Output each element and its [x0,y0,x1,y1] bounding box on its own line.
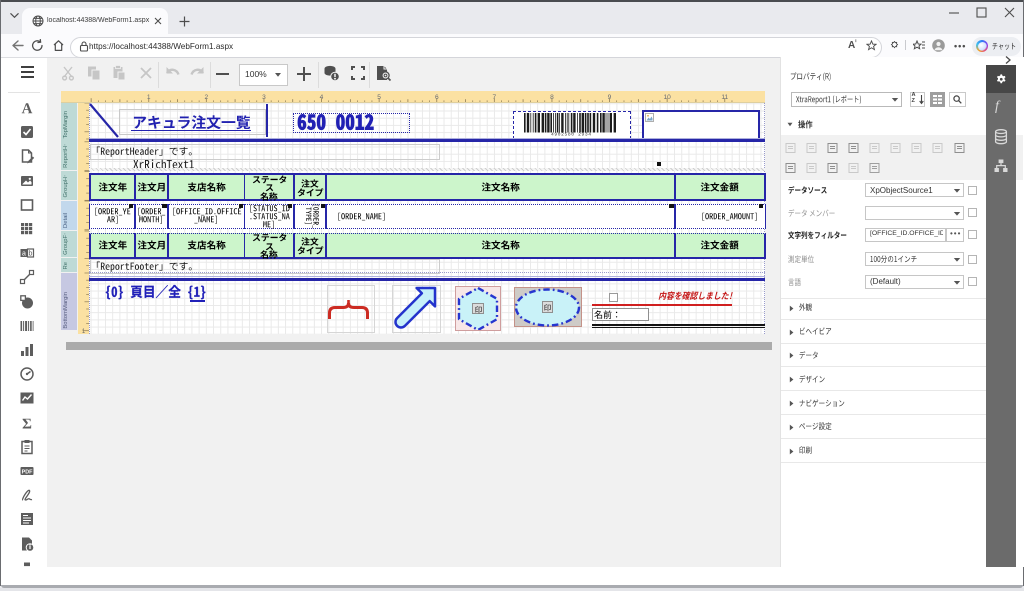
svg-text:5: 5 [377,93,381,100]
svg-text:1: 1 [81,328,85,334]
svg-text:1: 1 [147,93,151,100]
svg-text:a: a [22,251,26,258]
svg-text:7: 7 [492,93,496,100]
svg-text:b: b [29,251,33,258]
svg-text:4: 4 [320,93,324,100]
svg-text:11: 11 [721,93,728,100]
svg-text:6: 6 [435,93,439,100]
svg-text:4902580 2934: 4902580 2934 [551,131,591,135]
svg-text:9: 9 [608,93,612,100]
svg-text:8: 8 [550,93,554,100]
svg-text:3: 3 [262,93,266,100]
svg-text:2: 2 [204,93,208,100]
svg-text:PDF: PDF [22,470,33,476]
svg-text:10: 10 [663,93,671,100]
